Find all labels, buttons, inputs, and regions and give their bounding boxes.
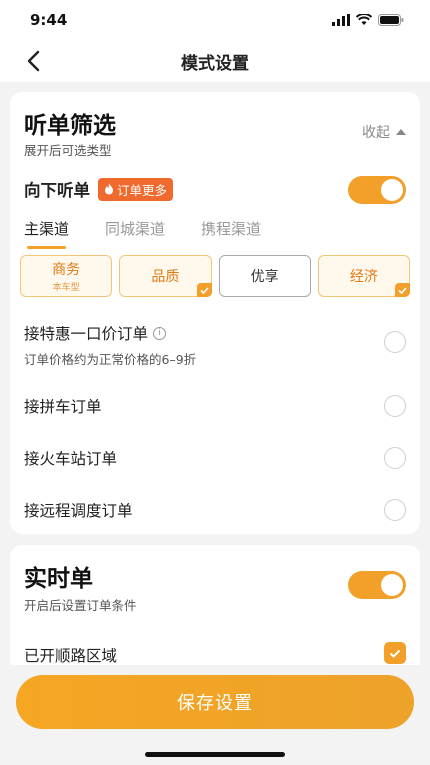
toggle-knob — [381, 574, 403, 596]
chip-quality[interactable]: 品质 — [119, 255, 212, 297]
option-carpool: 接拼车订单 — [24, 395, 406, 417]
route-area-label: 已开顺路区域 — [24, 647, 118, 665]
channel-tabs: 主渠道 同城渠道 携程渠道 — [24, 218, 261, 249]
realtime-title: 实时单 — [24, 566, 93, 592]
toggle-knob — [381, 179, 403, 201]
wifi-icon — [356, 14, 372, 25]
option-discount-desc: 订单价格约为正常价格的6–9折 — [24, 352, 197, 367]
info-icon[interactable]: i — [153, 326, 167, 340]
realtime-card: 实时单 开启后设置订单条件 已开顺路区域 — [10, 545, 420, 685]
option-discount-radio[interactable] — [384, 331, 406, 353]
status-time: 9:44 — [30, 11, 68, 29]
signal-icon — [332, 14, 350, 26]
option-train-station: 接火车站订单 — [24, 447, 406, 469]
option-train-label: 接火车站订单 — [24, 450, 118, 468]
down-listen-label: 向下听单 — [24, 181, 90, 200]
option-carpool-radio[interactable] — [384, 395, 406, 417]
option-carpool-label: 接拼车订单 — [24, 398, 102, 416]
option-remote-dispatch: 接远程调度订单 — [24, 499, 406, 521]
more-orders-badge-text: 订单更多 — [117, 182, 168, 198]
chip-business-label: 商务 — [52, 262, 81, 278]
realtime-toggle[interactable] — [348, 571, 406, 599]
tab-main-channel[interactable]: 主渠道 — [24, 218, 69, 249]
option-discount-fixed-price: 接特惠一口价订单 i 订单价格约为正常价格的6–9折 — [24, 322, 406, 368]
check-icon — [395, 283, 410, 297]
tab-city-channel[interactable]: 同城渠道 — [105, 218, 165, 249]
route-area-row: 已开顺路区域 — [24, 644, 406, 666]
chip-business-sub: 本车型 — [52, 283, 80, 293]
down-listen-toggle[interactable] — [348, 176, 406, 204]
chip-premium[interactable]: 优享 — [218, 255, 311, 297]
save-button[interactable]: 保存设置 — [16, 675, 414, 729]
listen-filter-title: 听单筛选 — [24, 113, 116, 139]
home-indicator — [145, 752, 285, 757]
option-remote-label: 接远程调度订单 — [24, 502, 133, 520]
chip-premium-label: 优享 — [250, 269, 279, 285]
triangle-up-icon — [396, 129, 406, 135]
check-icon — [196, 283, 212, 297]
listen-filter-subtitle: 展开后可选类型 — [24, 143, 112, 158]
realtime-subtitle: 开启后设置订单条件 — [24, 598, 137, 613]
status-bar: 9:44 — [0, 0, 430, 40]
chip-business[interactable]: 商务 本车型 — [20, 255, 113, 297]
status-icons — [332, 14, 404, 26]
route-area-checkbox[interactable] — [384, 642, 406, 664]
fire-icon — [105, 183, 113, 195]
check-icon — [389, 649, 401, 658]
nav-bar: 模式设置 — [0, 40, 430, 82]
collapse-label: 收起 — [362, 125, 390, 141]
chip-economy-label: 经济 — [349, 269, 378, 285]
car-type-chips: 商务 本车型 品质 优享 经济 — [20, 255, 410, 297]
chip-economy[interactable]: 经济 — [317, 255, 410, 297]
listen-filter-card: 听单筛选 展开后可选类型 收起 向下听单 订单更多 主渠道 同城渠道 携程渠道 … — [10, 92, 420, 534]
tab-ctrip-channel[interactable]: 携程渠道 — [201, 218, 261, 249]
page-title: 模式设置 — [181, 53, 249, 74]
collapse-button[interactable]: 收起 — [362, 122, 406, 142]
back-button[interactable] — [20, 48, 46, 74]
down-listen-row: 向下听单 订单更多 — [24, 177, 174, 201]
option-remote-radio[interactable] — [384, 499, 406, 521]
battery-icon — [378, 14, 404, 26]
more-orders-badge: 订单更多 — [98, 177, 174, 201]
option-train-radio[interactable] — [384, 447, 406, 469]
option-discount-label: 接特惠一口价订单 — [24, 325, 149, 343]
chevron-left-icon — [27, 50, 40, 72]
chip-quality-label: 品质 — [151, 269, 180, 285]
